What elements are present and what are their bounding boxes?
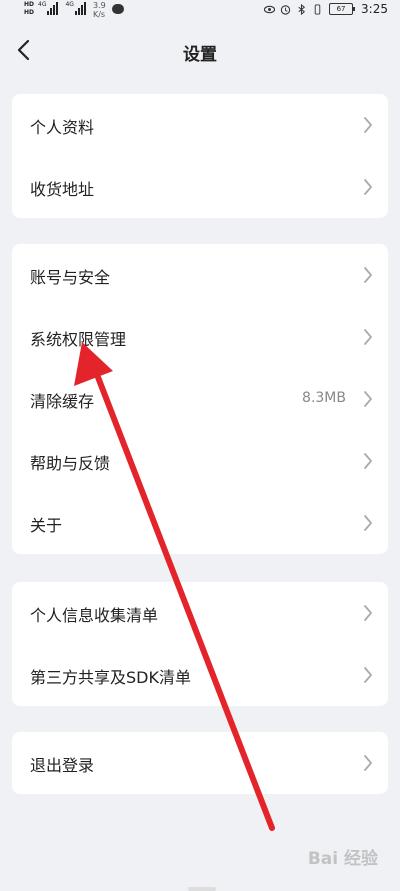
eye-icon [264, 5, 276, 13]
battery-level: 67 [336, 5, 346, 13]
signal-icon-2: 4G [65, 1, 86, 15]
menu-item-help-feedback[interactable]: 帮助与反馈 [12, 430, 388, 492]
network-speed: 3.9 K/s [93, 1, 106, 19]
chevron-right-icon [364, 179, 372, 195]
menu-item-clear-cache[interactable]: 清除缓存 8.3MB [12, 368, 388, 430]
hd-indicator: HD HD [24, 1, 34, 17]
menu-item-label: 系统权限管理 [30, 330, 127, 349]
nav-header: 设置 [0, 30, 400, 70]
vibrate-icon [314, 3, 321, 15]
menu-item-label: 帮助与反馈 [30, 454, 111, 473]
bluetooth-icon [298, 3, 306, 15]
menu-item-third-party-sdk-list[interactable]: 第三方共享及SDK清单 [12, 644, 388, 706]
home-indicator [188, 887, 216, 891]
alarm-icon [280, 4, 291, 15]
chevron-right-icon [364, 117, 372, 133]
menu-item-label: 退出登录 [30, 756, 95, 775]
menu-item-label: 第三方共享及SDK清单 [30, 668, 191, 687]
status-bar: HD HD 4G 4G 3.9 K/s 67 3:25 [0, 0, 400, 24]
menu-item-personal-info[interactable]: 个人资料 [12, 94, 388, 156]
menu-item-label: 收货地址 [30, 180, 95, 199]
chevron-right-icon [364, 267, 372, 283]
menu-item-label: 关于 [30, 516, 63, 535]
menu-item-label: 个人信息收集清单 [30, 606, 159, 625]
chevron-right-icon [364, 391, 372, 407]
status-time: 3:25 [361, 2, 388, 16]
chevron-right-icon [364, 329, 372, 345]
network-speed-value: 3.9 [92, 1, 106, 10]
hd-label-1: HD [24, 1, 35, 8]
settings-group-privacy: 个人信息收集清单 第三方共享及SDK清单 [12, 582, 388, 706]
chevron-right-icon [364, 453, 372, 469]
chevron-right-icon [364, 605, 372, 621]
settings-group-logout: 退出登录 [12, 732, 388, 794]
cache-size-value: 8.3MB [302, 390, 346, 406]
battery-icon: 67 [329, 3, 356, 15]
menu-item-label: 个人资料 [30, 118, 95, 137]
menu-item-shipping-address[interactable]: 收货地址 [12, 156, 388, 218]
menu-item-logout[interactable]: 退出登录 [12, 732, 388, 794]
chevron-right-icon [364, 755, 372, 771]
menu-item-label: 账号与安全 [30, 268, 111, 287]
watermark: Bai 经验 [307, 849, 378, 869]
menu-item-account-security[interactable]: 账号与安全 [12, 244, 388, 306]
page-title: 设置 [183, 45, 217, 65]
settings-group-profile: 个人资料 收货地址 [12, 94, 388, 218]
menu-item-about[interactable]: 关于 [12, 492, 388, 554]
chevron-right-icon [364, 667, 372, 683]
network-type-2: 4G [65, 1, 74, 8]
hd-label-2: HD [24, 9, 35, 16]
message-icon [111, 4, 124, 14]
network-type-1: 4G [38, 1, 47, 8]
network-speed-unit: K/s [92, 10, 106, 19]
signal-icon: 4G [38, 1, 59, 15]
menu-item-personal-info-list[interactable]: 个人信息收集清单 [12, 582, 388, 644]
settings-group-account: 账号与安全 系统权限管理 清除缓存 8.3MB 帮助与反馈 关于 [12, 244, 388, 554]
chevron-right-icon [364, 515, 372, 531]
menu-item-label: 清除缓存 [30, 392, 95, 411]
menu-item-system-permissions[interactable]: 系统权限管理 [12, 306, 388, 368]
